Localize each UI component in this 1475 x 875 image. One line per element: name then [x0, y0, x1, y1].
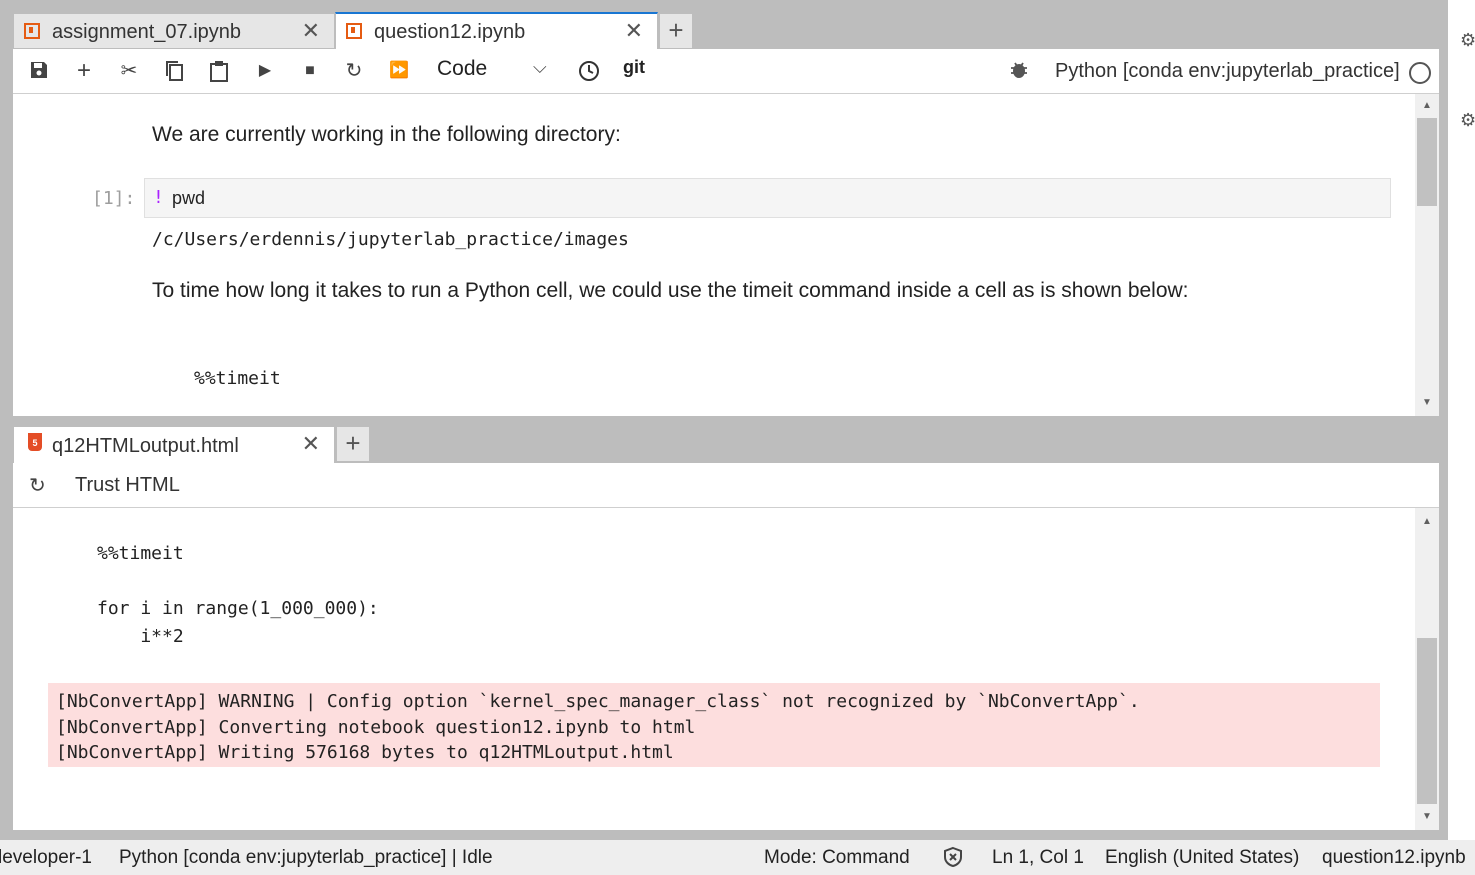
code-text: pwd	[172, 188, 206, 208]
html-viewer-panel[interactable]: %%timeit for i in range(1_000_000): i**2…	[13, 508, 1439, 830]
tab-label: q12HTMLoutput.html	[52, 435, 239, 457]
close-icon[interactable]: ✕	[302, 18, 320, 44]
markdown-code-snippet: %%timeit	[194, 368, 281, 389]
run-icon[interactable]: ▶	[254, 60, 276, 82]
scroll-up-icon[interactable]: ▲	[1422, 100, 1432, 111]
notebook-panel[interactable]: We are currently working in the followin…	[13, 94, 1439, 416]
stop-icon[interactable]: ■	[299, 60, 321, 82]
bug-icon[interactable]	[1008, 60, 1030, 82]
copy-icon[interactable]	[163, 60, 185, 82]
scrollbar-thumb[interactable]	[1417, 638, 1437, 804]
close-icon[interactable]: ✕	[302, 431, 320, 457]
reload-icon[interactable]: ↻	[29, 473, 46, 498]
debugger-icon[interactable]: ⚙	[1460, 110, 1475, 131]
execution-prompt: [1]:	[92, 188, 136, 209]
notebook-tab-bar: assignment_07.ipynb ✕ question12.ipynb ✕…	[13, 3, 1439, 50]
scroll-down-icon[interactable]: ▼	[1422, 397, 1432, 408]
html-scrollbar[interactable]: ▲ ▼	[1415, 508, 1439, 830]
rendered-code-block: %%timeit for i in range(1_000_000): i**2	[97, 543, 379, 647]
cut-icon[interactable]: ✂	[118, 60, 140, 82]
add-cell-icon[interactable]: +	[73, 59, 95, 83]
scroll-up-icon[interactable]: ▲	[1422, 516, 1432, 527]
status-filename: question12.ipynb	[1322, 847, 1466, 868]
notebook-scrollbar[interactable]: ▲ ▼	[1415, 94, 1439, 416]
markdown-cell-1: We are currently working in the followin…	[152, 123, 621, 146]
code-cell[interactable]: ! pwd	[144, 178, 1391, 218]
html-toolbar: ↻ Trust HTML	[13, 463, 1439, 508]
new-tab-button[interactable]: +	[659, 13, 693, 49]
new-tab-button[interactable]: +	[336, 426, 370, 462]
stderr-output: [NbConvertApp] WARNING | Config option `…	[48, 683, 1380, 767]
kernel-name[interactable]: Python [conda env:jupyterlab_practice]	[1055, 60, 1400, 83]
paste-icon[interactable]	[208, 60, 230, 82]
trust-html-button[interactable]: Trust HTML	[75, 474, 180, 497]
html5-icon: 5	[28, 433, 42, 451]
save-icon[interactable]	[28, 60, 50, 82]
right-sidebar: ⚙ ⚙	[1448, 0, 1475, 840]
status-bar: leveloper-1 Python [conda env:jupyterlab…	[0, 840, 1475, 875]
shell-bang: !	[153, 187, 164, 208]
notebook-toolbar: + ✂ ▶ ■ ↻ ⏩ Code ⌵ git Python [conda env…	[13, 49, 1439, 94]
tab-q12htmloutput[interactable]: 5 q12HTMLoutput.html ✕	[13, 426, 335, 464]
chevron-down-icon[interactable]: ⌵	[533, 57, 547, 78]
html-tab-bar: 5 q12HTMLoutput.html ✕ +	[13, 417, 1439, 464]
property-inspector-icon[interactable]: ⚙	[1460, 30, 1475, 51]
status-position[interactable]: Ln 1, Col 1	[992, 847, 1084, 869]
kernel-status-icon	[1409, 62, 1431, 84]
run-all-icon[interactable]: ⏩	[388, 60, 410, 82]
cell-output: /c/Users/erdennis/jupyterlab_practice/im…	[152, 229, 629, 250]
scrollbar-thumb[interactable]	[1417, 118, 1437, 206]
stderr-text: [NbConvertApp] WARNING | Config option `…	[56, 691, 1140, 763]
notebook-icon	[346, 23, 362, 39]
clock-icon[interactable]	[578, 60, 600, 82]
status-kernel[interactable]: Python [conda env:jupyterlab_practice] |…	[119, 847, 493, 869]
status-mode: Mode: Command	[764, 847, 910, 868]
tab-question12[interactable]: question12.ipynb ✕	[335, 12, 658, 50]
status-language[interactable]: English (United States)	[1105, 847, 1299, 869]
tab-assignment-07[interactable]: assignment_07.ipynb ✕	[13, 13, 335, 49]
scroll-down-icon[interactable]: ▼	[1422, 811, 1432, 822]
close-icon[interactable]: ✕	[625, 18, 643, 44]
cell-type-select[interactable]: Code	[437, 57, 487, 81]
status-branch[interactable]: leveloper-1	[0, 847, 92, 869]
shield-icon[interactable]	[942, 846, 964, 874]
markdown-cell-2: To time how long it takes to run a Pytho…	[152, 279, 1189, 302]
git-button[interactable]: git	[623, 57, 645, 78]
tab-label: question12.ipynb	[374, 21, 526, 43]
tab-label: assignment_07.ipynb	[52, 21, 242, 43]
notebook-icon	[24, 23, 40, 39]
restart-icon[interactable]: ↻	[343, 60, 365, 82]
